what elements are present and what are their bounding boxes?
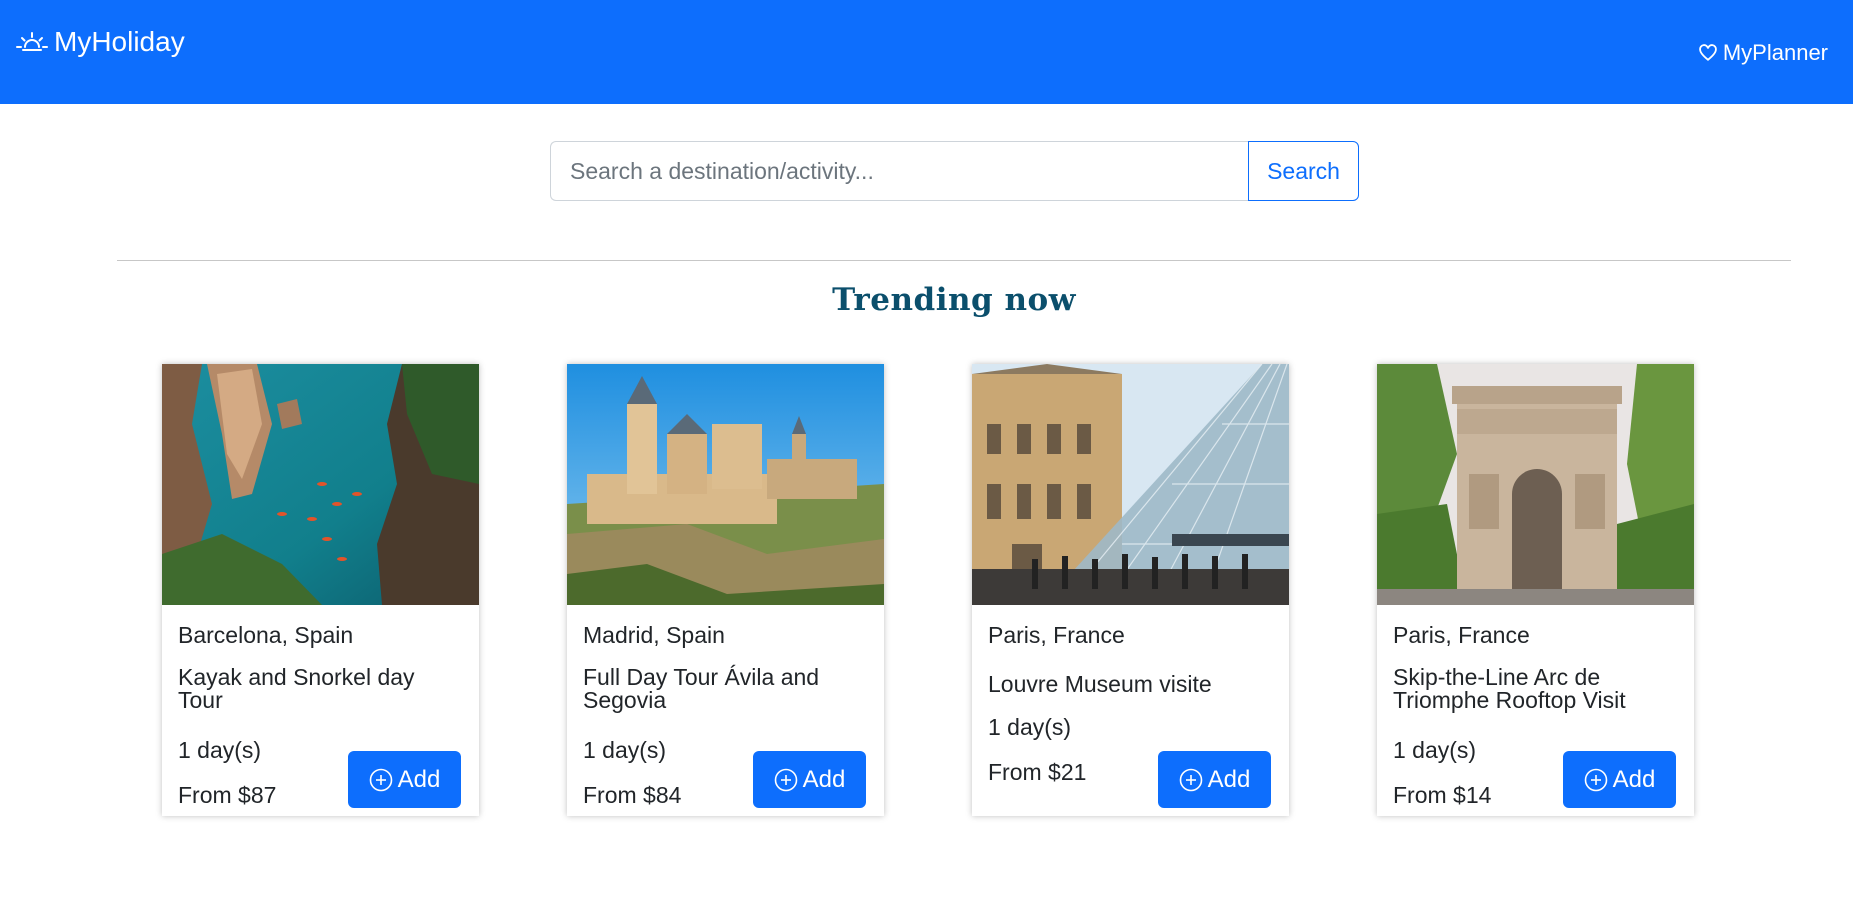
card-price: From $87 xyxy=(178,782,277,808)
add-button-label: Add xyxy=(397,765,441,793)
kayak-coast-photo xyxy=(162,364,479,605)
card-image[interactable] xyxy=(567,364,884,605)
card-location: Madrid, Spain xyxy=(583,622,725,648)
plus-circle-icon xyxy=(1584,768,1607,791)
louvre-pyramid-photo xyxy=(972,364,1289,605)
top-navbar: MyHoliday MyPlanner xyxy=(0,0,1853,104)
card-image[interactable] xyxy=(972,364,1289,605)
plus-circle-icon xyxy=(774,768,797,791)
search-button[interactable]: Search xyxy=(1248,141,1359,201)
card-price: From $14 xyxy=(1393,782,1492,808)
myplanner-link[interactable]: MyPlanner xyxy=(1699,38,1828,68)
card-location: Paris, France xyxy=(1393,622,1530,648)
card-price: From $84 xyxy=(583,782,682,808)
search-input[interactable] xyxy=(550,141,1248,201)
card-location: Paris, France xyxy=(988,622,1125,648)
activity-card: Paris, France Louvre Museum visite 1 day… xyxy=(972,364,1289,816)
card-duration: 1 day(s) xyxy=(1393,737,1477,763)
heart-icon xyxy=(1699,44,1717,61)
add-button-label: Add xyxy=(1207,765,1251,793)
add-button[interactable]: Add xyxy=(1158,751,1271,808)
card-duration: 1 day(s) xyxy=(583,737,667,763)
activity-card: Paris, France Skip-the-Line Arc de Triom… xyxy=(1377,364,1694,816)
card-title: Full Day Tour Ávila and Segovia xyxy=(583,664,820,713)
add-button-label: Add xyxy=(1612,765,1656,793)
card-image[interactable] xyxy=(162,364,479,605)
card-title: Skip-the-Line Arc de Triomphe Rooftop Vi… xyxy=(1393,664,1626,713)
search-form: Search xyxy=(550,141,1359,201)
card-duration: 1 day(s) xyxy=(988,714,1072,740)
plus-circle-icon xyxy=(369,768,392,791)
arc-de-triomphe-photo xyxy=(1377,364,1694,605)
activity-card: Madrid, Spain Full Day Tour Ávila and Se… xyxy=(567,364,884,816)
card-title: Kayak and Snorkel day Tour xyxy=(178,664,415,713)
sunrise-icon xyxy=(16,32,48,51)
add-button[interactable]: Add xyxy=(1563,751,1676,808)
brand-name: MyHoliday xyxy=(54,26,185,57)
section-title: Trending now xyxy=(832,282,1076,318)
plus-circle-icon xyxy=(1179,768,1202,791)
card-price: From $21 xyxy=(988,759,1087,785)
card-title: Louvre Museum visite xyxy=(988,671,1212,697)
card-duration: 1 day(s) xyxy=(178,737,262,763)
add-button[interactable]: Add xyxy=(348,751,461,808)
myplanner-label: MyPlanner xyxy=(1722,40,1828,65)
card-image[interactable] xyxy=(1377,364,1694,605)
activity-card: Barcelona, Spain Kayak and Snorkel day T… xyxy=(162,364,479,816)
section-divider xyxy=(117,260,1791,261)
add-button[interactable]: Add xyxy=(753,751,866,808)
segovia-castle-photo xyxy=(567,364,884,605)
brand-logo-link[interactable]: MyHoliday xyxy=(16,22,185,62)
add-button-label: Add xyxy=(802,765,846,793)
card-location: Barcelona, Spain xyxy=(178,622,354,648)
